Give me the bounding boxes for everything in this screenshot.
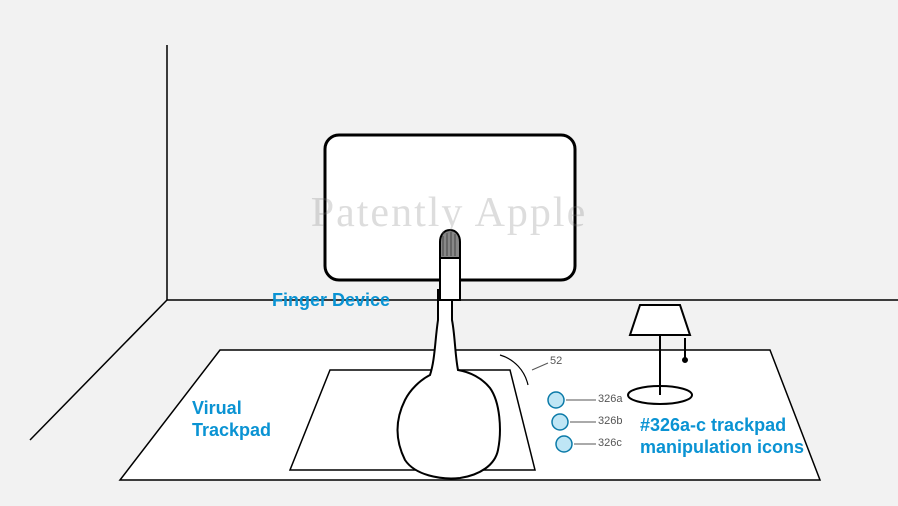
icon-326c [556, 436, 572, 452]
label-virtual-trackpad-line2: Trackpad [192, 420, 271, 440]
label-manipulation-icons-line1: #326a-c trackpad [640, 415, 786, 435]
label-finger-device: Finger Device [272, 290, 390, 312]
finger-device-icon [440, 230, 460, 258]
ref-52: 52 [550, 355, 562, 367]
ref-326b: 326b [598, 415, 622, 427]
label-manipulation-icons-line2: manipulation icons [640, 437, 804, 457]
ref-326a: 326a [598, 393, 622, 405]
patent-diagram: Patently Apple Finger Device Virual Trac… [0, 0, 898, 506]
ref-326c: 326c [598, 437, 622, 449]
label-manipulation-icons: #326a-c trackpad manipulation icons [640, 415, 804, 458]
label-virtual-trackpad-line1: Virual [192, 398, 242, 418]
icon-326b [552, 414, 568, 430]
icon-326a [548, 392, 564, 408]
label-virtual-trackpad: Virual Trackpad [192, 398, 271, 441]
